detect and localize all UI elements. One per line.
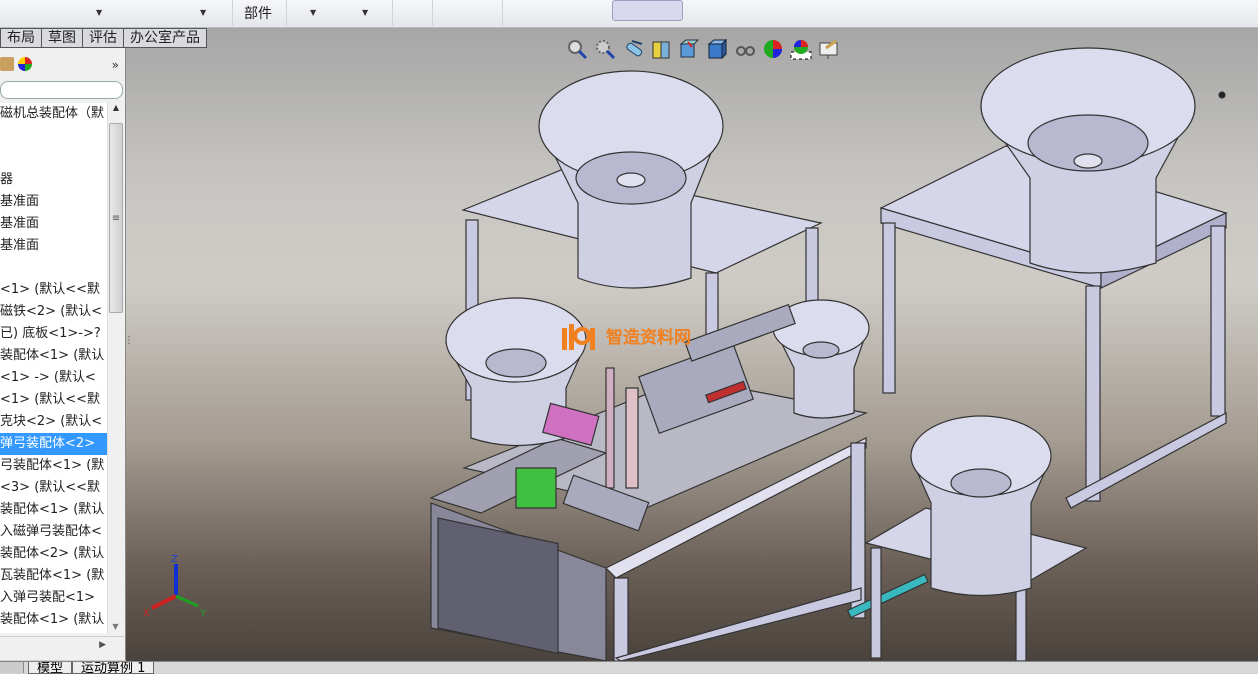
toolbar-label[interactable]: 部件 bbox=[244, 3, 272, 23]
filter-input[interactable] bbox=[0, 81, 123, 99]
dropdown-arrow-icon[interactable]: ▼ bbox=[200, 8, 206, 17]
tab-model[interactable]: 模型 bbox=[28, 662, 73, 674]
expand-panel-icon[interactable]: » bbox=[112, 58, 119, 72]
watermark-logo: 智造资料网 bbox=[560, 318, 691, 352]
tree-item[interactable] bbox=[0, 147, 107, 169]
tree-item[interactable]: <1> -> (默认< bbox=[0, 367, 107, 389]
tree-item[interactable]: 已) 底板<1>->? bbox=[0, 323, 107, 345]
tree-item[interactable]: 基准面 bbox=[0, 191, 107, 213]
tree-vertical-scrollbar[interactable]: ▲ ≡ ▼ bbox=[107, 103, 124, 633]
triad-z-label: Z bbox=[171, 554, 178, 565]
tree-item[interactable]: 基准面 bbox=[0, 213, 107, 235]
tree-item[interactable]: 弹弓装配体<2> bbox=[0, 433, 107, 455]
tree-item[interactable]: 打小机<2> (默 bbox=[0, 631, 107, 633]
tree-item[interactable]: <1> (默认<<默 bbox=[0, 389, 107, 411]
watermark-logo-icon bbox=[562, 324, 595, 350]
command-manager-toolbar: ▼ ▼ 部件 ▼ ▼ bbox=[0, 0, 1258, 28]
tree-item[interactable]: 弓装配体<1> (默 bbox=[0, 455, 107, 477]
tree-item[interactable] bbox=[0, 257, 107, 279]
tree-item[interactable]: 磁铁<2> (默认< bbox=[0, 301, 107, 323]
scroll-down-icon[interactable]: ▼ bbox=[108, 622, 123, 631]
tab-motion-study[interactable]: 运动算例 1 bbox=[72, 662, 155, 674]
triad-y-label: Y bbox=[199, 608, 207, 619]
watermark-text: 智造资料网 bbox=[606, 327, 691, 348]
scroll-up-icon[interactable]: ▲ bbox=[108, 103, 124, 112]
tree-item[interactable]: 基准面 bbox=[0, 235, 107, 257]
triad-x-axis bbox=[151, 594, 177, 610]
panel-splitter-handle[interactable]: ⋮ bbox=[124, 335, 134, 359]
tree-item[interactable]: 器 bbox=[0, 169, 107, 191]
tab-layout[interactable]: 布局 bbox=[0, 28, 42, 48]
tree-item[interactable]: 瓦装配体<1> (默 bbox=[0, 565, 107, 587]
tree-horizontal-scrollbar[interactable]: ▶ bbox=[0, 636, 124, 656]
tree-item[interactable]: 入弹弓装配<1> bbox=[0, 587, 107, 609]
tab-office-products[interactable]: 办公室产品 bbox=[124, 28, 207, 48]
tab-evaluate[interactable]: 评估 bbox=[83, 28, 124, 48]
tree-item[interactable]: 磁机总装配体（默 bbox=[0, 103, 107, 125]
config-manager-icon[interactable] bbox=[0, 57, 14, 71]
active-toolbar-button[interactable] bbox=[612, 0, 683, 21]
tree-item[interactable]: <3> (默认<<默 bbox=[0, 477, 107, 499]
triad-y-axis bbox=[175, 594, 199, 608]
tree-item[interactable]: 装配体<2> (默认 bbox=[0, 543, 107, 565]
scroll-right-icon[interactable]: ▶ bbox=[99, 640, 106, 650]
tree-item[interactable] bbox=[0, 125, 107, 147]
tab-sketch[interactable]: 草图 bbox=[42, 28, 83, 48]
tree-item[interactable]: 入磁弹弓装配体< bbox=[0, 521, 107, 543]
dropdown-arrow-icon[interactable]: ▼ bbox=[362, 8, 368, 17]
feature-tree: 磁机总装配体（默器基准面 基准面 基准面 <1> (默认<<默 磁铁<2> (默认< 已)… bbox=[0, 103, 107, 633]
tree-item[interactable]: 克块<2> (默认< bbox=[0, 411, 107, 433]
triad-x-label: X bbox=[143, 608, 150, 619]
tree-item[interactable]: <1> (默认<<默 bbox=[0, 279, 107, 301]
tree-item[interactable]: 装配体<1> (默认 bbox=[0, 609, 107, 631]
assembly-model bbox=[429, 47, 1228, 661]
scroll-thumb[interactable]: ≡ bbox=[109, 123, 123, 313]
dropdown-arrow-icon[interactable]: ▼ bbox=[96, 8, 102, 17]
command-tabs: 布局 草图 评估 办公室产品 bbox=[0, 28, 207, 48]
bottom-tabs: 模型 运动算例 1 bbox=[0, 661, 1258, 674]
reference-triad: Z X Y bbox=[143, 554, 207, 619]
feature-manager-panel: » 磁机总装配体（默器基准面 基准面 基准面 <1> (默认<<默 磁铁<2> (默认<… bbox=[0, 48, 126, 660]
dropdown-arrow-icon[interactable]: ▼ bbox=[310, 8, 316, 17]
tree-item[interactable]: 装配体<1> (默认 bbox=[0, 499, 107, 521]
bottom-right-bowl-feeder bbox=[910, 415, 1052, 597]
tree-item[interactable]: 装配体<1> (默认 bbox=[0, 345, 107, 367]
display-manager-icon[interactable] bbox=[18, 57, 32, 71]
tab-scroll-buttons[interactable] bbox=[0, 662, 24, 673]
graphics-area[interactable]: 智造资料网 Z X Y bbox=[126, 28, 1258, 661]
